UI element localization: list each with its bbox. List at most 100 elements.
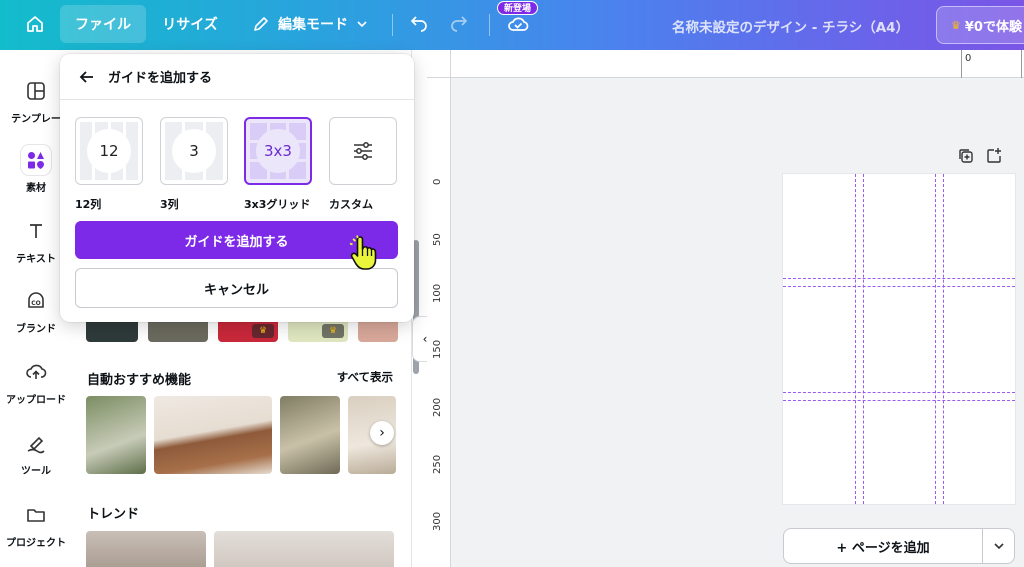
popup-header: ガイドを追加する (60, 54, 414, 100)
auto-recommend-row (86, 396, 396, 474)
photo-thumbnail[interactable] (86, 396, 146, 474)
rail-item-projects[interactable]: プロジェクト (0, 500, 72, 549)
trend-section-header: トレンド (87, 503, 393, 522)
pencil-icon (254, 17, 268, 31)
cancel-label: キャンセル (203, 282, 269, 298)
guide-line (783, 400, 1015, 401)
rail-item-draw[interactable]: ツール (0, 428, 72, 477)
chevron-down-icon (357, 21, 367, 28)
redo-icon (451, 16, 468, 32)
option-value: 3 (172, 129, 216, 173)
duplicate-page-icon[interactable] (957, 147, 975, 165)
new-badge: 新登場 (497, 1, 539, 15)
template-icon (21, 76, 51, 106)
guide-option-3x3-grid[interactable]: 3x3 (244, 117, 312, 185)
add-guide-popup: ガイドを追加する 12 12列 3 3列 3x3 3x3グリッド カスタム ガイ… (60, 54, 414, 322)
rail-label: テンプレー (11, 114, 61, 125)
option-label: 3x3グリッド (244, 198, 311, 211)
ruler-corner (427, 50, 451, 78)
guide-option-3-columns[interactable]: 3 (160, 117, 228, 185)
hand-cursor-icon (349, 235, 377, 270)
guide-line (855, 174, 856, 504)
add-guide-label: ガイドを追加する (184, 234, 289, 250)
option-value: 12 (87, 129, 131, 173)
back-arrow-icon[interactable] (78, 68, 96, 86)
vertical-ruler: 0 50 100 150 200 250 300 (427, 50, 451, 567)
resize-label: リサイズ (162, 17, 218, 33)
add-page-dropdown[interactable] (983, 528, 1015, 564)
ruler-label: 300 (432, 511, 443, 531)
cancel-button[interactable]: キャンセル (75, 268, 398, 308)
upload-icon (21, 357, 51, 387)
guide-line (783, 278, 1015, 279)
option-label: カスタム (329, 198, 373, 211)
photo-thumbnail[interactable] (280, 396, 340, 474)
ruler-label: 200 (432, 397, 443, 417)
horizontal-ruler: 0 (451, 50, 1024, 78)
elements-icon (21, 145, 51, 175)
section-title: 自動おすすめ機能 (87, 373, 192, 388)
option-value: 3x3 (256, 129, 300, 173)
home-icon (27, 16, 43, 32)
add-page-button[interactable]: + ページを追加 (783, 528, 983, 564)
rail-label: ツール (21, 466, 51, 477)
guide-line (943, 174, 944, 504)
top-bar: ファイル リサイズ 編集モード 新登場 名称未設定のデザイン - チラシ（A4）… (0, 0, 1024, 50)
guide-option-12-columns[interactable]: 12 (75, 117, 143, 185)
trial-label: ¥0で体験 (964, 19, 1022, 35)
add-page-icon[interactable] (985, 147, 1003, 165)
canvas-area: 0 0 50 100 150 200 250 300 + ページを追加 (427, 50, 1024, 567)
rail-label: プロジェクト (6, 538, 66, 549)
guide-line (783, 392, 1015, 393)
ruler-label: 100 (432, 283, 443, 303)
rail-label: テキスト (16, 254, 56, 265)
ruler-label: 150 (432, 339, 443, 359)
file-menu-button[interactable]: ファイル (60, 5, 146, 43)
resize-button[interactable]: リサイズ (150, 5, 230, 43)
ruler-label: 250 (432, 454, 443, 474)
carousel-next-button[interactable]: › (370, 421, 394, 445)
rail-label: 素材 (26, 183, 46, 194)
design-page[interactable] (783, 174, 1015, 504)
redo-button[interactable] (444, 5, 474, 43)
section-title: トレンド (87, 507, 140, 522)
auto-recommend-section-header: 自動おすすめ機能 すべて表示 (87, 369, 393, 388)
rail-item-upload[interactable]: アップロード (0, 357, 72, 406)
photo-thumbnail[interactable] (86, 531, 206, 567)
option-label: 3列 (160, 198, 179, 211)
crown-icon: ♛ (951, 18, 961, 32)
page-tools (957, 147, 1003, 165)
chevron-right-icon: › (379, 425, 385, 441)
undo-icon (410, 16, 427, 32)
cloud-check-icon (508, 17, 529, 31)
ruler-label: 0 (965, 53, 972, 64)
undo-button[interactable] (404, 5, 434, 43)
home-button[interactable] (18, 5, 52, 43)
photo-thumbnail[interactable] (154, 396, 272, 474)
text-icon (21, 216, 51, 246)
file-menu-label: ファイル (75, 17, 131, 33)
guide-line (935, 174, 936, 504)
trend-row (86, 531, 394, 567)
ruler-label: 50 (432, 233, 443, 246)
guide-option-custom[interactable] (329, 117, 397, 185)
document-title[interactable]: 名称未設定のデザイン - チラシ（A4） (672, 16, 909, 36)
toolbar-divider (489, 14, 490, 36)
ruler-label: 0 (432, 178, 443, 185)
draw-icon (21, 428, 51, 458)
crown-icon: ♛ (252, 324, 274, 338)
sliders-icon (354, 142, 372, 160)
free-trial-button[interactable]: ♛ ¥0で体験 (936, 6, 1024, 44)
edit-mode-button[interactable]: 編集モード (240, 5, 380, 43)
option-label: 12列 (75, 198, 102, 211)
brand-icon: CO (21, 286, 51, 316)
svg-text:CO: CO (31, 300, 41, 307)
ruler-tick (1021, 50, 1022, 78)
photo-thumbnail[interactable] (214, 531, 394, 567)
chevron-down-icon (993, 543, 1004, 550)
folder-icon (21, 500, 51, 530)
see-all-link[interactable]: すべて表示 (337, 369, 393, 388)
edit-mode-label: 編集モード (278, 17, 348, 33)
rail-label: ブランド (16, 324, 56, 335)
add-page-label: + ページを追加 (836, 540, 930, 556)
